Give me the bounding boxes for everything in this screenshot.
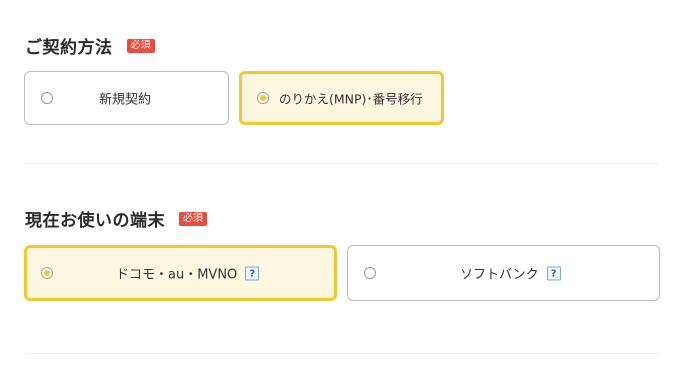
option-mnp-transfer[interactable]: のりかえ(MNP)･番号移行 (239, 71, 444, 125)
option-label-text: ソフトバンク (460, 267, 539, 283)
section-divider (25, 163, 658, 164)
section-divider (25, 353, 658, 354)
help-question-icon[interactable]: ? (546, 266, 561, 280)
contract-method-header: ご契約方法 必須 (25, 33, 155, 58)
required-badge: 必須 (126, 38, 155, 53)
option-label: のりかえ(MNP)･番号移行 (279, 91, 423, 107)
section-title-current-device: 現在お使いの端末 (25, 211, 165, 231)
radio-icon[interactable] (41, 267, 53, 279)
option-new-contract[interactable]: 新規契約 (24, 71, 229, 125)
radio-icon[interactable] (257, 92, 269, 104)
help-question-icon[interactable]: ? (245, 266, 260, 280)
option-label: ソフトバンク ? (460, 264, 561, 283)
radio-icon[interactable] (41, 92, 53, 104)
current-device-header: 現在お使いの端末 必須 (25, 206, 207, 231)
option-label-text: ドコモ・au・MVNO (116, 267, 238, 283)
option-label: ドコモ・au・MVNO ? (116, 264, 260, 283)
section-title-contract-method: ご契約方法 (25, 38, 113, 58)
radio-icon[interactable] (364, 267, 376, 279)
option-label: 新規契約 (99, 92, 152, 108)
option-docomo-au-mvno[interactable]: ドコモ・au・MVNO ? (24, 245, 337, 301)
required-badge: 必須 (179, 211, 207, 226)
option-softbank[interactable]: ソフトバンク ? (347, 245, 660, 301)
